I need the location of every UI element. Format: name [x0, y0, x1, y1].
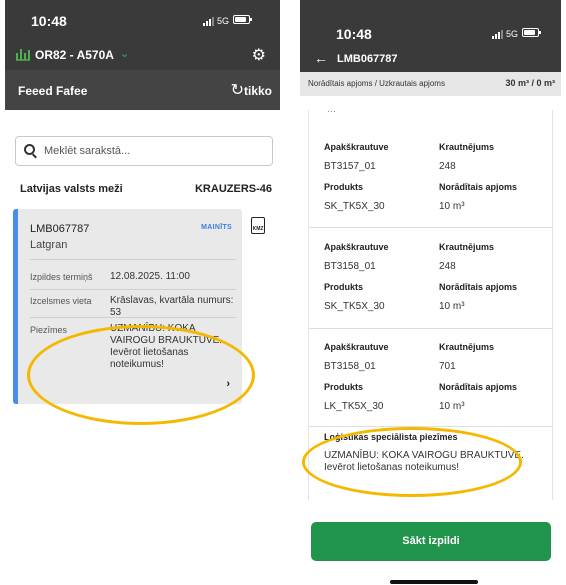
product-label: Produkts	[324, 182, 364, 192]
order-details: ··· Apakškrautuve Krautnējums BT3157_01 …	[308, 106, 553, 500]
home-indicator	[390, 580, 478, 584]
product-value: SK_TK5X_30	[324, 201, 385, 212]
page-title: LMB067787	[337, 53, 398, 65]
status-time: 10:48	[336, 26, 372, 42]
network-label: 5G	[217, 16, 230, 26]
order-company: Latgran	[30, 239, 68, 251]
battery-icon	[233, 15, 252, 24]
gear-icon[interactable]: ⚙	[252, 45, 266, 65]
volume-value: 10 m³	[439, 301, 465, 312]
volume-label: Norādītais apjoms / Uzkrautais apjoms	[308, 79, 445, 88]
volume-value: 30 m³ / 0 m³	[505, 78, 555, 88]
divider	[30, 289, 236, 290]
divider	[309, 227, 552, 228]
order-card[interactable]: LMB067787 Latgran MAINĪTS Izpildes termi…	[13, 209, 242, 404]
app-bar: OR82 - A570A ⌄ ⚙	[5, 40, 280, 70]
stack-value: 248	[439, 161, 456, 172]
search-icon	[24, 144, 35, 155]
notes-value: UZMANĪBU: KOKA VAIROGU BRAUKTUVE. Ievēro…	[110, 323, 223, 370]
left-phone-screen: 10:48 5G OR82 - A570A ⌄ ⚙ Feeed Fafee ↻ …	[5, 0, 280, 585]
status-time: 10:48	[31, 13, 67, 29]
notes-title: Loģistikas speciālista piezīmes	[324, 432, 458, 442]
battery-icon	[522, 28, 541, 37]
product-value: LK_TK5X_30	[324, 401, 384, 412]
vehicle-selector[interactable]: OR82 - A570A	[35, 48, 114, 62]
refresh-icon[interactable]: ↻	[231, 80, 244, 100]
back-arrow-icon[interactable]: ←	[314, 50, 328, 66]
start-execution-button[interactable]: Sākt izpildi	[311, 522, 551, 561]
leaf-logo-icon	[15, 47, 31, 64]
chevron-right-icon[interactable]: ›	[226, 378, 230, 390]
company-name: Feeed Fafee	[18, 84, 88, 98]
search-input[interactable]: Meklēt sarakstā...	[15, 136, 273, 166]
user-name[interactable]: tikko	[244, 84, 272, 98]
product-label: Produkts	[324, 282, 364, 292]
signal-icon	[203, 17, 214, 26]
logistics-notes: Loģistikas speciālista piezīmes UZMANĪBU…	[309, 428, 552, 500]
origin-value: Krāslavas, kvartāla numurs: 53	[110, 295, 234, 318]
stack-label: Krautnējums	[439, 342, 495, 352]
stack-value: 701	[439, 361, 456, 372]
divider	[30, 259, 236, 260]
company-bar: Feeed Fafee ↻ tikko	[5, 70, 280, 110]
volume-value: 10 m³	[439, 201, 465, 212]
signal-icon	[492, 30, 503, 39]
clipped-text: ···	[327, 106, 336, 116]
status-bar: 10:48 5G	[300, 0, 561, 46]
volume-info-bar: Norādītais apjoms / Uzkrautais apjoms 30…	[300, 72, 561, 96]
organization-name: Latvijas valsts meži	[20, 183, 123, 195]
divider	[309, 426, 552, 427]
status-bar: 10:48 5G	[5, 0, 280, 40]
search-placeholder: Meklēt sarakstā...	[44, 145, 131, 157]
stack-label: Krautnējums	[439, 242, 495, 252]
sublanding-label: Apakškrautuve	[324, 342, 389, 352]
truck-code: KRAUZERS-46	[194, 183, 272, 195]
right-phone-screen: 10:48 5G ← LMB067787 Norādītais apjoms /…	[300, 0, 561, 585]
origin-label: Izcelsmes vieta	[30, 296, 92, 306]
kmz-file-icon[interactable]: KMZ	[251, 217, 265, 234]
divider	[30, 317, 236, 318]
app-bar: ← LMB067787	[300, 46, 561, 72]
chevron-down-icon[interactable]: ⌄	[120, 47, 129, 60]
volume-label: Norādītais apjoms	[439, 182, 518, 192]
deadline-value: 12.08.2025. 11:00	[110, 271, 190, 282]
volume-label: Norādītais apjoms	[439, 282, 518, 292]
deadline-label: Izpildes termiņš	[30, 272, 93, 282]
sublanding-value: BT3158_01	[324, 261, 376, 272]
network-label: 5G	[506, 29, 519, 39]
divider	[309, 328, 552, 329]
product-value: SK_TK5X_30	[324, 301, 385, 312]
notes-text: UZMANĪBU: KOKA VAIROGU BRAUKTUVE. Ievēro…	[324, 450, 524, 473]
sublanding-label: Apakškrautuve	[324, 142, 389, 152]
sublanding-value: BT3158_01	[324, 361, 376, 372]
notes-label: Piezīmes	[30, 325, 68, 335]
product-label: Produkts	[324, 382, 364, 392]
stack-label: Krautnējums	[439, 142, 495, 152]
order-id: LMB067787	[30, 223, 90, 235]
sublanding-value: BT3157_01	[324, 161, 376, 172]
volume-label: Norādītais apjoms	[439, 382, 518, 392]
kmz-label: KMZ	[252, 226, 264, 232]
volume-value: 10 m³	[439, 401, 465, 412]
status-badge: MAINĪTS	[201, 224, 232, 231]
sublanding-label: Apakškrautuve	[324, 242, 389, 252]
stack-value: 248	[439, 261, 456, 272]
